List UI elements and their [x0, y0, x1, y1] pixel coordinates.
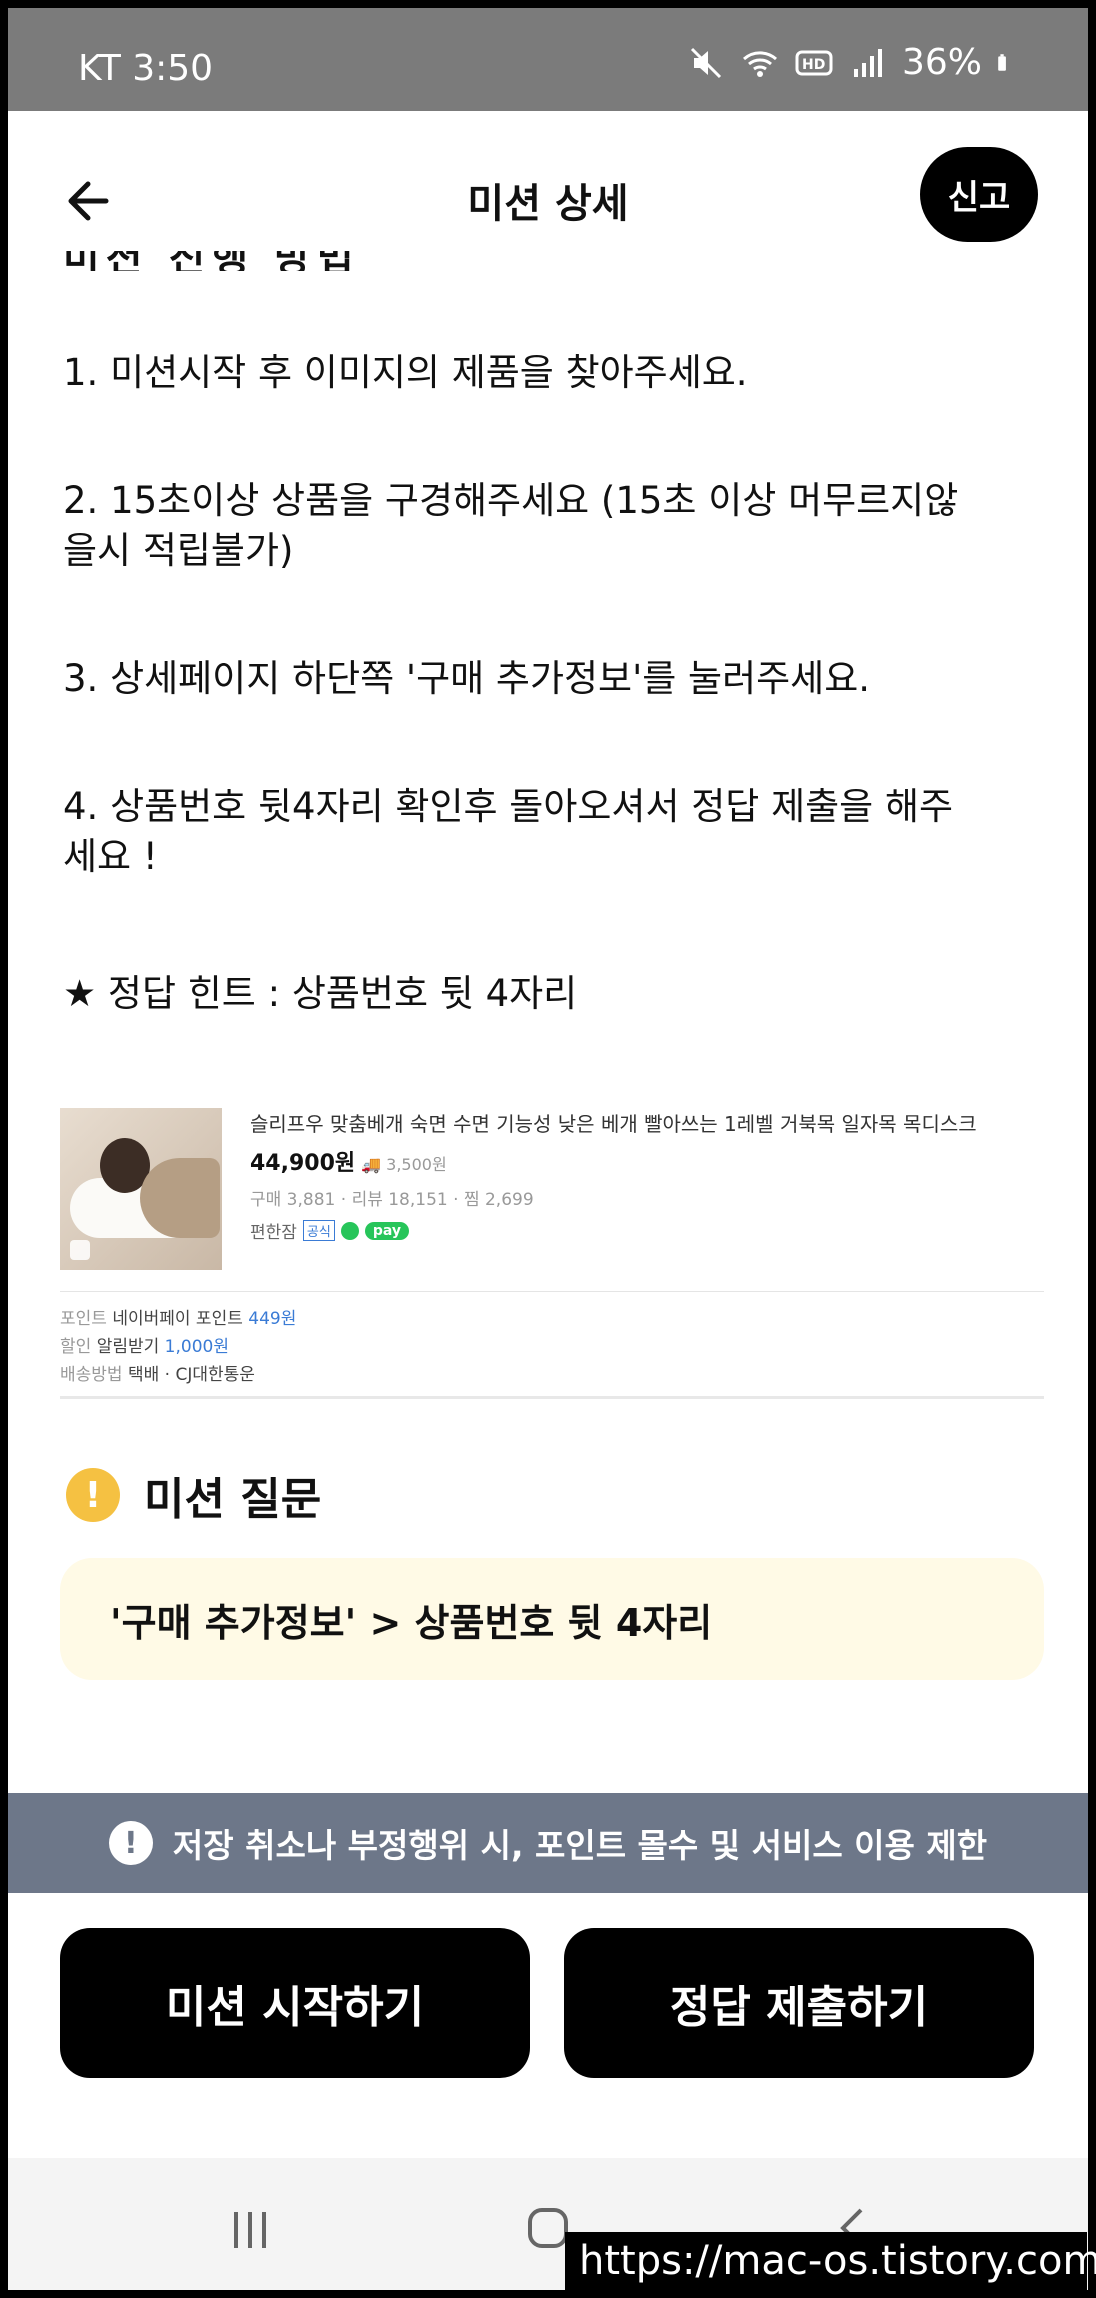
question-heading: ! 미션 질문 — [66, 1463, 321, 1527]
question-box: '구매 추가정보' > 상품번호 뒷 4자리 — [60, 1558, 1044, 1680]
question-title: 미션 질문 — [144, 1474, 322, 1525]
shipping-fee: 🚚 3,500원 — [361, 1155, 447, 1174]
product-thumbnail — [60, 1108, 222, 1270]
start-mission-button[interactable]: 미션 시작하기 — [60, 1928, 530, 2078]
official-tag: 공식 — [302, 1220, 335, 1241]
seller-name: 편한잠 — [250, 1223, 297, 1243]
step-4: 4. 상품번호 뒷4자리 확인후 돌아오셔서 정답 제출을 해주세요 ! — [63, 785, 954, 878]
watermark: https://mac-os.tistory.com — [565, 2232, 1096, 2290]
question-text: '구매 추가정보' > 상품번호 뒷 4자리 — [110, 1600, 713, 1645]
mission-steps: 1. 미션시작 후 이미지의 제품을 찾아주세요. 2. 15초이상 상품을 구… — [63, 348, 963, 882]
signal-icon — [853, 48, 882, 77]
warning-text: 저장 취소나 부정행위 시, 포인트 몰수 및 서비스 이용 제한 — [172, 1826, 988, 1865]
warning-banner: ! 저장 취소나 부정행위 시, 포인트 몰수 및 서비스 이용 제한 — [8, 1793, 1088, 1893]
product-info: 슬리프우 맞춤베개 숙면 수면 기능성 낮은 베개 빨아쓰는 1레벨 거북목 일… — [250, 1108, 1050, 1243]
talk-icon — [340, 1221, 359, 1240]
purchase-extra-info: 포인트 네이버페이 포인트 449원 할인 알림받기 1,000원 배송방법 택… — [60, 1305, 1044, 1389]
discount-row: 할인 알림받기 1,000원 — [60, 1337, 229, 1357]
battery-percent: 36% — [901, 42, 982, 83]
answer-hint: ★ 정답 힌트 : 상품번호 뒷 4자리 — [63, 972, 578, 1015]
delivery-row: 배송방법 택배 · CJ대한통운 — [60, 1365, 255, 1385]
home-icon[interactable] — [528, 2208, 568, 2248]
warning-icon: ! — [108, 1821, 153, 1865]
step-1: 1. 미션시작 후 이미지의 제품을 찾아주세요. — [63, 351, 748, 394]
image-badge-icon — [70, 1240, 90, 1260]
recent-apps-icon[interactable] — [228, 2208, 272, 2252]
step-2: 2. 15초이상 상품을 구경해주세요 (15초 이상 머무르지않을시 적립불가… — [63, 479, 959, 572]
divider — [60, 1396, 1044, 1399]
battery-icon — [998, 53, 1006, 71]
product-meta: 구매 3,881 · 리뷰 18,151 · 찜 2,699 — [250, 1190, 534, 1210]
status-bar: KT 3:50 HD 36% — [8, 8, 1088, 111]
hd-icon: HD — [795, 50, 833, 75]
step-3: 3. 상세페이지 하단쪽 '구매 추가정보'를 눌러주세요. — [63, 657, 871, 700]
npay-tag: pay — [364, 1221, 410, 1240]
product-name: 슬리프우 맞춤베개 숙면 수면 기능성 낮은 베개 빨아쓰는 1레벨 거북목 일… — [250, 1112, 977, 1136]
svg-text:HD: HD — [802, 57, 825, 73]
mute-icon — [690, 47, 722, 78]
divider — [60, 1291, 1044, 1292]
point-row: 포인트 네이버페이 포인트 449원 — [60, 1309, 297, 1329]
seller-row: 편한잠 공식 pay — [250, 1218, 1050, 1243]
wifi-icon — [742, 50, 777, 77]
app-frame: KT 3:50 HD 36% 미션 상세 신고 미션 진행 방법 1. 미션시작… — [8, 8, 1088, 2290]
report-button[interactable]: 신고 — [920, 147, 1038, 242]
exclamation-icon: ! — [66, 1468, 120, 1522]
submit-answer-button[interactable]: 정답 제출하기 — [564, 1928, 1034, 2078]
status-icons: HD 36% — [686, 42, 1018, 83]
carrier-time: KT 3:50 — [78, 48, 214, 89]
cut-section-heading: 미션 진행 방법 — [63, 251, 443, 271]
product-price: 44,900원 🚚 3,500원 — [250, 1151, 447, 1176]
